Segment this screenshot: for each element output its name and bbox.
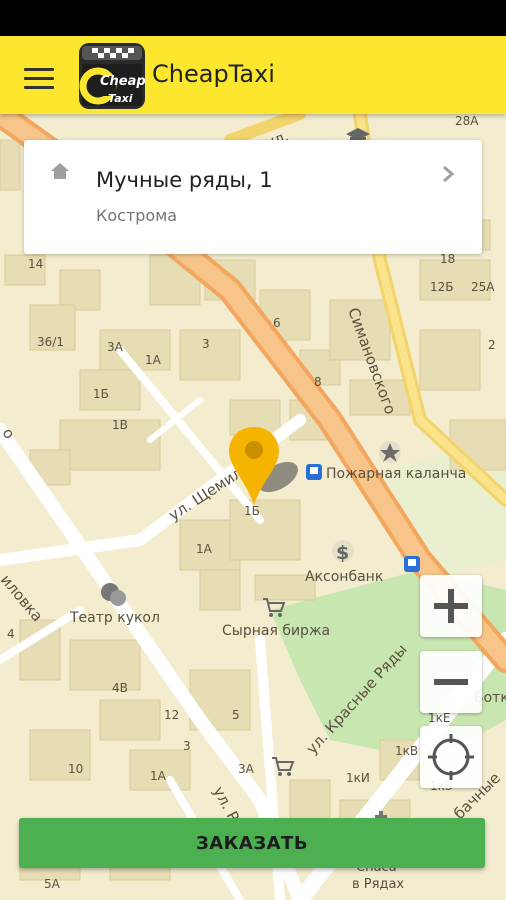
house-number: 28А <box>455 114 479 128</box>
house-number: 6 <box>273 316 281 330</box>
home-icon <box>51 163 69 179</box>
app-title: CheapTaxi <box>152 60 275 88</box>
house-number: 5А <box>44 877 61 891</box>
bus-stop-icon <box>404 556 420 572</box>
house-number: 25А <box>471 280 495 294</box>
plus-icon <box>434 589 468 623</box>
menu-button[interactable] <box>20 58 58 92</box>
poi-label-teatr: Театр кукол <box>69 610 160 626</box>
house-number: 4В <box>112 681 128 695</box>
location-pin-icon <box>229 427 298 505</box>
poi-label-aksonbank: Аксонбанк <box>305 569 383 585</box>
zoom-out-button[interactable] <box>420 651 482 713</box>
bus-stop-icon <box>306 464 322 480</box>
house-number: 1кЕ <box>428 711 450 725</box>
svg-text:$: $ <box>336 542 349 564</box>
address-card[interactable]: Мучные ряды, 1 Кострома <box>24 140 482 254</box>
house-number: 8 <box>314 375 322 389</box>
house-number: 5 <box>232 708 240 722</box>
chevron-right-icon <box>443 165 455 183</box>
poi-label-v-ryadah: в Рядах <box>352 877 404 892</box>
menu-icon <box>20 68 58 89</box>
house-number: 10 <box>68 762 83 776</box>
poi-label-pozharnaya: Пожарная каланча <box>326 466 466 482</box>
house-number: 2 <box>488 338 496 352</box>
house-number: 1кИ <box>346 771 370 785</box>
house-number: 12Б <box>430 280 454 294</box>
house-number: 1кВ <box>395 744 418 758</box>
minus-icon <box>434 679 468 685</box>
house-number: 1А <box>196 542 213 556</box>
house-number: 14 <box>28 257 43 271</box>
house-number: 36/1 <box>37 335 64 349</box>
address-street: Мучные ряды, 1 <box>96 168 273 192</box>
order-button[interactable]: ЗАКАЗАТЬ <box>19 818 485 868</box>
star-icon <box>379 441 401 463</box>
house-number: 3 <box>183 739 191 753</box>
zoom-in-button[interactable] <box>420 575 482 637</box>
house-number: 18 <box>440 252 455 266</box>
poi-label-syrnaya: Сырная биржа <box>222 623 330 639</box>
my-location-button[interactable] <box>420 726 482 788</box>
app-logo: Cheap Taxi <box>79 43 146 109</box>
status-bar <box>0 0 506 36</box>
order-button-label: ЗАКАЗАТЬ <box>195 832 309 854</box>
house-number: 1В <box>112 418 128 432</box>
house-number: 3А <box>107 340 124 354</box>
crosshair-icon <box>428 734 474 780</box>
house-number: 1А <box>150 769 167 783</box>
logo-text-bottom: Taxi <box>108 92 133 105</box>
house-number: 4 <box>7 627 15 641</box>
house-number: 12 <box>164 708 179 722</box>
app-bar: Cheap Taxi CheapTaxi <box>0 36 506 114</box>
house-number: 1Б <box>93 387 109 401</box>
house-number: 1А <box>145 353 162 367</box>
house-number: 3А <box>238 762 255 776</box>
address-city: Кострома <box>96 206 178 225</box>
house-number: 3 <box>202 337 210 351</box>
logo-text-top: Cheap <box>100 74 146 89</box>
